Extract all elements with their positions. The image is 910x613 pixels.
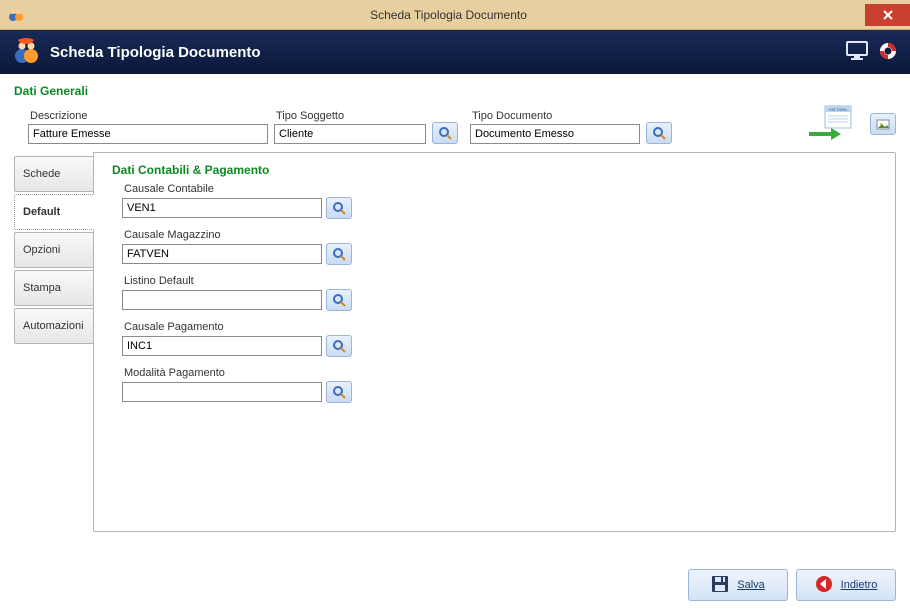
salva-button[interactable]: Salva (688, 569, 788, 601)
tipo-documento-lookup-button[interactable] (646, 122, 672, 144)
window: Scheda Tipologia Documento Scheda Tipolo… (0, 0, 910, 613)
listino-default-lookup-button[interactable] (326, 289, 352, 311)
tab-opzioni[interactable]: Opzioni (14, 232, 94, 268)
save-icon (711, 575, 729, 596)
titlebar: Scheda Tipologia Documento (0, 0, 910, 30)
section-title-generali: Dati Generali (14, 84, 896, 98)
listino-default-input[interactable] (122, 290, 322, 310)
tipo-soggetto-input[interactable] (274, 124, 426, 144)
lifebuoy-icon[interactable] (878, 41, 898, 64)
fattura-illustration-icon: FATTURA (800, 104, 860, 144)
tab-schede[interactable]: Schede (14, 156, 94, 192)
tipo-documento-input[interactable] (470, 124, 640, 144)
label-modalita-pagamento: Modalità Pagamento (122, 367, 877, 379)
app-icon (8, 7, 24, 23)
search-icon (332, 385, 346, 399)
causale-magazzino-lookup-button[interactable] (326, 243, 352, 265)
label-tipo-documento: Tipo Documento (470, 110, 640, 122)
label-causale-pagamento: Causale Pagamento (122, 321, 877, 333)
search-icon (438, 126, 452, 140)
tipo-soggetto-lookup-button[interactable] (432, 122, 458, 144)
monitor-icon[interactable] (846, 41, 868, 64)
section-title-contabili: Dati Contabili & Pagamento (112, 163, 877, 177)
header-title: Scheda Tipologia Documento (50, 44, 846, 61)
causale-magazzino-input[interactable] (122, 244, 322, 264)
causale-contabile-input[interactable] (122, 198, 322, 218)
close-button[interactable] (865, 4, 910, 26)
causale-contabile-lookup-button[interactable] (326, 197, 352, 219)
search-icon (332, 293, 346, 307)
causale-pagamento-lookup-button[interactable] (326, 335, 352, 357)
header-bar: Scheda Tipologia Documento (0, 30, 910, 74)
tabs-area: Schede Default Opzioni Stampa Automazion… (14, 152, 896, 532)
search-icon (332, 247, 346, 261)
modalita-pagamento-lookup-button[interactable] (326, 381, 352, 403)
tab-default[interactable]: Default (14, 194, 94, 230)
footer-buttons: Salva Indietro (688, 569, 896, 601)
salva-label: Salva (737, 579, 765, 591)
indietro-label: Indietro (841, 579, 878, 591)
label-descrizione: Descrizione (28, 110, 268, 122)
svg-text:FATTURA: FATTURA (829, 107, 847, 112)
illustration-picker-button[interactable] (870, 113, 896, 135)
tabstrip: Schede Default Opzioni Stampa Automazion… (14, 156, 94, 532)
tab-automazioni[interactable]: Automazioni (14, 308, 94, 344)
search-icon (332, 339, 346, 353)
back-icon (815, 575, 833, 596)
label-listino-default: Listino Default (122, 275, 877, 287)
image-icon (876, 117, 890, 131)
header-icon (12, 38, 40, 66)
search-icon (652, 126, 666, 140)
section-generali: Dati Generali Descrizione Tipo Soggetto … (14, 84, 896, 144)
label-causale-contabile: Causale Contabile (122, 183, 877, 195)
causale-pagamento-input[interactable] (122, 336, 322, 356)
descrizione-input[interactable] (28, 124, 268, 144)
tab-panel-default: Dati Contabili & Pagamento Causale Conta… (93, 152, 896, 532)
label-tipo-soggetto: Tipo Soggetto (274, 110, 426, 122)
label-causale-magazzino: Causale Magazzino (122, 229, 877, 241)
content-area: Dati Generali Descrizione Tipo Soggetto … (0, 74, 910, 613)
window-title: Scheda Tipologia Documento (32, 8, 865, 22)
indietro-button[interactable]: Indietro (796, 569, 896, 601)
tab-stampa[interactable]: Stampa (14, 270, 94, 306)
modalita-pagamento-input[interactable] (122, 382, 322, 402)
search-icon (332, 201, 346, 215)
